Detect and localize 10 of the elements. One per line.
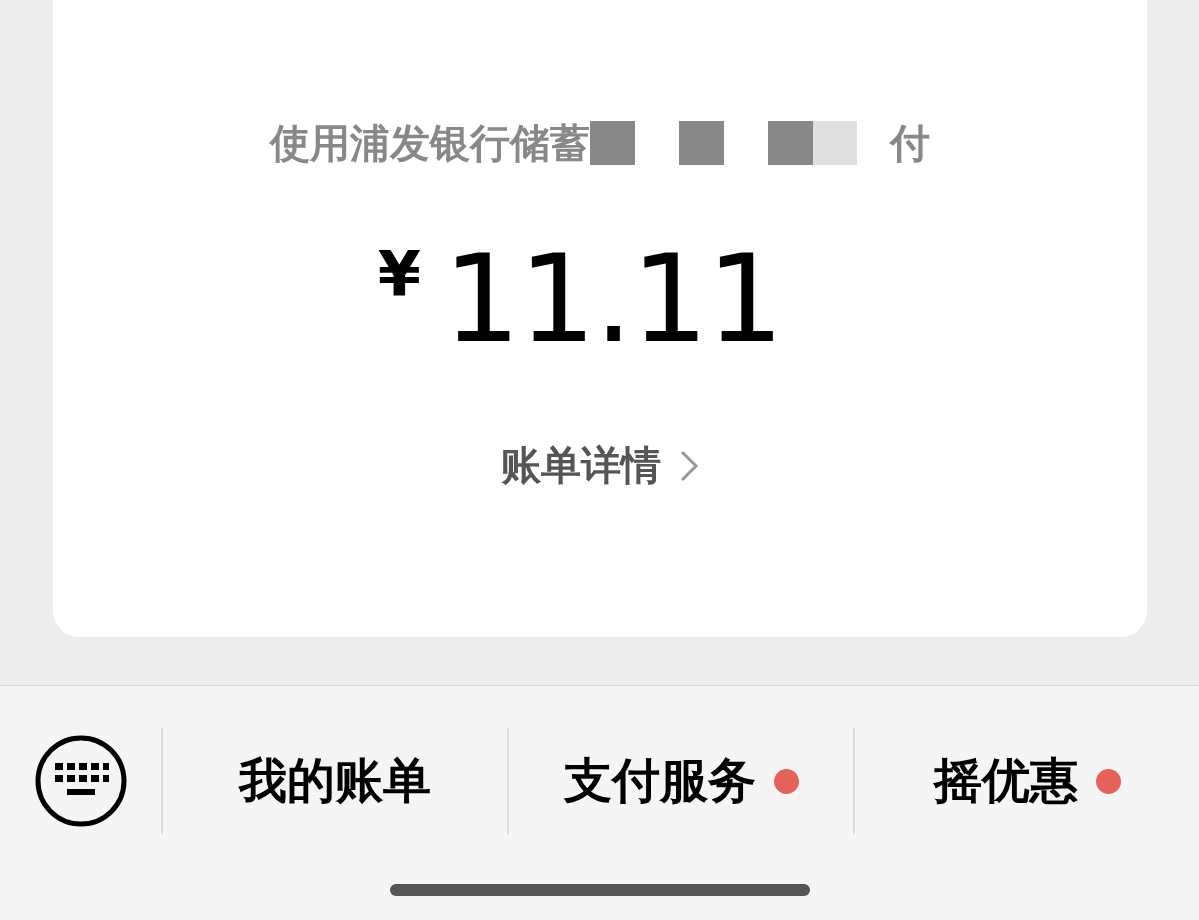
payment-method-text: 使用浦发银行储蓄 (270, 118, 590, 168)
chevron-right-icon (679, 448, 699, 483)
menu-tab[interactable]: 支付服务 (563, 749, 756, 813)
bill-details-link[interactable]: 账单详情 (501, 438, 699, 493)
amount-text: 11.11 (442, 238, 783, 360)
menu-tab[interactable]: 我的账单 (239, 749, 431, 813)
keyboard-icon[interactable] (34, 735, 127, 827)
payment-method-text: 付 (890, 118, 930, 168)
currency-symbol: ¥ (377, 244, 421, 306)
menu-tab[interactable]: 摇优惠 (933, 749, 1078, 813)
